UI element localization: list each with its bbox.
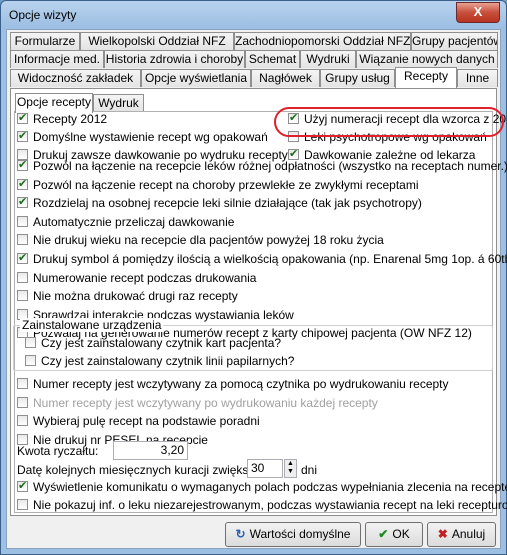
tab-recepty[interactable]: Recepty xyxy=(395,67,457,88)
checkbox-box[interactable] xyxy=(17,378,28,389)
checkbox-label: Nie pokazuj inf. o leku niezarejestrowan… xyxy=(33,498,507,512)
tab-row-1: Formularze Wielkopolski Oddział NFZ Zach… xyxy=(7,32,502,51)
checkmark-icon: ✔ xyxy=(378,527,389,541)
checkbox-box[interactable] xyxy=(17,415,28,426)
devices-group: Zainstalowane urządzenia xyxy=(13,318,493,371)
checkbox-box[interactable] xyxy=(17,251,28,264)
checkbox-label: Recepty 2012 xyxy=(33,112,108,126)
tab-schemat[interactable]: Schemat xyxy=(245,50,300,68)
refresh-icon: ↻ xyxy=(235,527,246,541)
dialog-window: Opcje wizyty X Formularze Wielkopolski O… xyxy=(0,0,507,555)
checkbox-box[interactable] xyxy=(17,479,28,492)
tab-formularze[interactable]: Formularze xyxy=(10,32,80,50)
checkbox-box[interactable] xyxy=(17,177,28,190)
kuracja-stepper[interactable]: ▲ ▼ xyxy=(284,459,297,478)
subtab-opcje-recepty[interactable]: Opcje recepty xyxy=(15,93,93,113)
tab-wielkopolski[interactable]: Wielkopolski Oddział NFZ xyxy=(80,32,234,50)
checkbox-label: Pozwól na łączenie recept na choroby prz… xyxy=(33,177,419,192)
checkbox-label: Numerowanie recept podczas drukowania xyxy=(33,270,257,285)
tab-grupy-pacjentow[interactable]: Grupy pacjentów xyxy=(411,32,498,50)
tab-widocznosc-zakladek[interactable]: Widoczność zakładek xyxy=(10,69,141,87)
checkbox-box[interactable] xyxy=(17,111,28,124)
tab-informacje-med[interactable]: Informacje med. xyxy=(10,50,104,68)
checkbox-label: Numer recepty jest wczytywany po wydruko… xyxy=(33,395,378,410)
checkbox-box[interactable] xyxy=(17,195,28,209)
cancel-button[interactable]: ✖ Anuluj xyxy=(427,522,496,547)
title-bar[interactable]: Opcje wizyty X xyxy=(1,1,506,29)
tab-inne[interactable]: Inne xyxy=(457,69,498,87)
checkbox-label: Rozdzielaj na osobnej recepcie leki siln… xyxy=(33,196,422,211)
kwota-input[interactable]: 3,20 xyxy=(113,441,188,460)
tab-row-3: Widoczność zakładek Opcje wyświetlania N… xyxy=(7,67,502,88)
kuracja-unit: dni xyxy=(301,463,318,477)
checkbox-label: Nie można drukować drugi raz recepty xyxy=(33,289,238,304)
checkbox-box[interactable] xyxy=(17,234,28,246)
kuracja-label: Datę kolejnych miesięcznych kuracji zwię… xyxy=(17,463,265,477)
checkbox-label: Wyświetlenie komunikatu o wymaganych pol… xyxy=(33,480,507,494)
checkbox-label: Nie drukuj wieku na recepcie dla pacjent… xyxy=(33,233,384,248)
checkbox-label: Numer recepty jest wczytywany za pomocą … xyxy=(33,377,449,391)
default-values-button[interactable]: ↻ Wartości domyślne xyxy=(225,522,361,547)
checkbox-box[interactable] xyxy=(17,158,28,171)
spin-down-icon[interactable]: ▼ xyxy=(285,468,296,476)
checkbox-box[interactable] xyxy=(17,433,28,445)
checkbox-box[interactable] xyxy=(17,290,28,302)
tab-naglowek[interactable]: Nagłówek xyxy=(251,69,320,87)
spin-up-icon[interactable]: ▲ xyxy=(285,460,296,468)
kuracja-input[interactable]: 30 xyxy=(247,459,283,478)
checkbox-label: Automatycznie przeliczaj dawkowanie xyxy=(33,214,235,229)
checkbox-box xyxy=(17,396,28,408)
tab-grupy-uslug[interactable]: Grupy usług xyxy=(320,69,395,87)
subtab-wydruk[interactable]: Wydruk xyxy=(93,94,144,112)
ok-button[interactable]: ✔ OK xyxy=(365,522,423,547)
checkbox-label: Pozwól na łączenie na recepcie leków róż… xyxy=(33,159,507,173)
checkbox-box[interactable] xyxy=(17,499,28,510)
highlight-annotation xyxy=(274,107,504,137)
cancel-icon: ✖ xyxy=(437,527,448,541)
tab-wiazanie-danych[interactable]: Wiązanie nowych danych xyxy=(356,50,498,68)
checkbox-label: Drukuj symbol á pomiędzy ilością a wielk… xyxy=(33,252,507,266)
checkbox-box[interactable] xyxy=(17,215,28,227)
checkbox-label: Domyślne wystawienie recept wg opakowań xyxy=(33,130,268,144)
checkbox-box[interactable] xyxy=(17,271,28,283)
checkbox-box[interactable] xyxy=(17,129,28,142)
devices-group-title: Zainstalowane urządzenia xyxy=(20,318,164,332)
window-title: Opcje wizyty xyxy=(9,8,77,22)
close-button[interactable]: X xyxy=(456,2,500,23)
kwota-label: Kwota ryczałtu: xyxy=(17,444,99,458)
tab-opcje-wyswietlania[interactable]: Opcje wyświetlania xyxy=(141,69,251,87)
tab-wydruki[interactable]: Wydruki xyxy=(300,50,356,68)
checkbox-label: Wybieraj pulę recept na podstawie poradn… xyxy=(33,414,260,428)
tab-zachodniopomorski[interactable]: Zachodniopomorski Oddział NFZ xyxy=(234,32,411,50)
tab-historia-zdrowia[interactable]: Historia zdrowia i choroby xyxy=(104,50,245,68)
